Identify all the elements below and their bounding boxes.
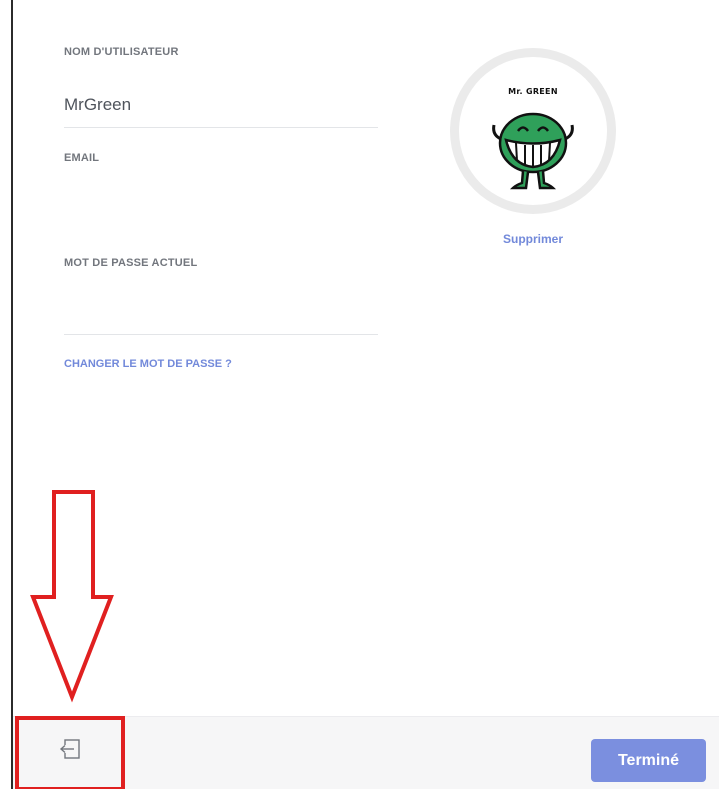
annotation-arrow: [30, 490, 114, 703]
password-underline: [64, 334, 378, 335]
change-password-link[interactable]: CHANGER LE MOT DE PASSE ?: [64, 358, 232, 370]
done-button[interactable]: Terminé: [591, 739, 706, 782]
window-left-border: [11, 0, 13, 789]
current-password-label: MOT DE PASSE ACTUEL: [64, 257, 198, 269]
username-input[interactable]: [64, 94, 378, 116]
username-underline: [64, 127, 378, 128]
remove-avatar-link[interactable]: Supprimer: [450, 232, 616, 246]
email-label: EMAIL: [64, 152, 100, 164]
username-label: NOM D'UTILISATEUR: [64, 46, 179, 58]
current-password-input[interactable]: [64, 296, 378, 318]
avatar-frame: Mr. GREEN: [450, 48, 616, 214]
user-settings-page: NOM D'UTILISATEUR EMAIL MOT DE PASSE ACT…: [0, 0, 719, 789]
avatar[interactable]: Mr. GREEN: [459, 57, 607, 205]
settings-footer: Terminé: [13, 716, 719, 789]
logout-icon[interactable]: [58, 736, 84, 762]
email-input[interactable]: [64, 186, 378, 208]
mr-green-character-icon: [492, 112, 574, 190]
